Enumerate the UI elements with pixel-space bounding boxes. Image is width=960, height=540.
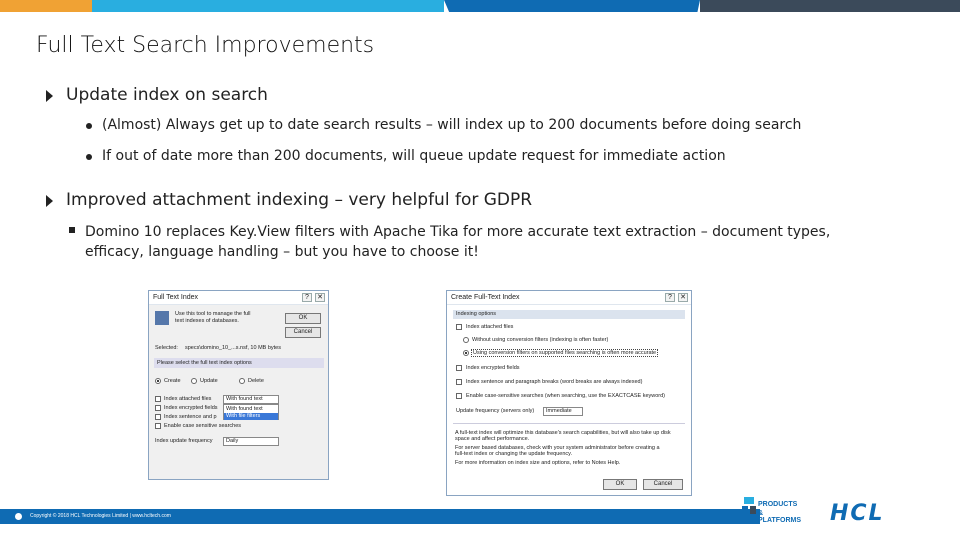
cancel-button[interactable]: Cancel <box>285 327 321 338</box>
index-encrypted-checkbox[interactable] <box>456 365 462 371</box>
frequency-label: Update frequency (servers only) <box>456 408 535 414</box>
attach-filter-dropdown: With found text With file filters <box>223 404 279 420</box>
index-sentence-checkbox[interactable] <box>456 379 462 385</box>
dialog-body: Use this tool to manage the full text in… <box>149 305 328 479</box>
ok-button[interactable]: OK <box>285 313 321 324</box>
products-platforms-logo: PRODUCTS & PLATFORMS <box>742 497 802 525</box>
frequency-select[interactable]: Immediate <box>543 407 583 416</box>
index-tool-icon <box>155 311 169 325</box>
intro-text: text indexes of databases. <box>175 318 239 324</box>
intro-text: Use this tool to manage the full <box>175 311 251 317</box>
slide-marker-icon <box>15 513 22 520</box>
top-bar-cyan <box>92 0 444 12</box>
dialog-title: Create Full-Text Index <box>451 294 520 301</box>
selected-label: Selected: <box>155 345 178 351</box>
top-bar-blue <box>444 0 700 12</box>
dialog-titlebar: Create Full-Text Index ? ✕ <box>447 291 691 305</box>
frequency-label: Index update frequency <box>155 438 213 444</box>
dot-bullet-icon <box>86 154 92 160</box>
cancel-button[interactable]: Cancel <box>643 479 683 490</box>
indexing-options-header: Indexing options <box>453 310 685 319</box>
products-platforms-icon <box>742 497 756 523</box>
note-text: space and affect performance. <box>455 436 530 442</box>
triangle-bullet-icon <box>46 90 53 102</box>
dialog-body: Indexing options Index attached files Wi… <box>447 305 691 495</box>
triangle-bullet-icon <box>46 195 53 207</box>
sub-bullet-tika: Domino 10 replaces Key.View filters with… <box>85 224 831 260</box>
slide-title: Full Text Search Improvements <box>36 33 375 58</box>
delete-radio[interactable] <box>239 378 245 384</box>
with-filters-radio[interactable] <box>463 350 469 356</box>
top-bar-dark <box>700 0 960 12</box>
create-full-text-index-dialog: Create Full-Text Index ? ✕ Indexing opti… <box>446 290 692 496</box>
dialog-titlebar: Full Text Index ? ✕ <box>149 291 328 305</box>
selected-value: specs\domino_10_...s.nsf, 10 MB bytes <box>185 345 281 351</box>
note-text: full-text index or changing the update f… <box>455 451 573 457</box>
update-radio[interactable] <box>191 378 197 384</box>
full-text-index-dialog: Full Text Index ? ✕ Use this tool to man… <box>148 290 329 480</box>
options-header: Please select the full text index option… <box>154 358 324 368</box>
close-icon[interactable]: ✕ <box>315 293 325 302</box>
attach-filter-select[interactable]: With found text <box>223 395 279 404</box>
dropdown-option[interactable]: With found text <box>226 406 263 412</box>
case-sensitive-checkbox[interactable] <box>155 423 161 429</box>
index-attached-checkbox[interactable] <box>155 396 161 402</box>
frequency-select[interactable]: Daily <box>223 437 279 446</box>
hcl-logo: HCL <box>830 501 885 526</box>
index-encrypted-checkbox[interactable] <box>155 405 161 411</box>
without-filters-radio[interactable] <box>463 337 469 343</box>
top-color-bar <box>0 0 960 12</box>
top-bar-orange <box>0 0 92 12</box>
create-radio[interactable] <box>155 378 161 384</box>
index-sentence-checkbox[interactable] <box>155 414 161 420</box>
copyright-text: Copyright © 2018 HCL Technologies Limite… <box>30 513 171 519</box>
case-sensitive-checkbox[interactable] <box>456 393 462 399</box>
close-icon[interactable]: ✕ <box>678 293 688 302</box>
dropdown-option-selected[interactable]: With file filters <box>224 413 278 420</box>
note-text: For more information on index size and o… <box>455 460 621 466</box>
help-icon[interactable]: ? <box>665 293 675 302</box>
dialog-title: Full Text Index <box>153 294 199 301</box>
notes-panel: A full-text index will optimize this dat… <box>453 423 685 475</box>
help-icon[interactable]: ? <box>302 293 312 302</box>
dot-bullet-icon <box>86 123 92 129</box>
footer-bar: Copyright © 2018 HCL Technologies Limite… <box>0 509 760 524</box>
ok-button[interactable]: OK <box>603 479 637 490</box>
index-attached-checkbox[interactable] <box>456 324 462 330</box>
square-bullet-icon <box>69 227 75 233</box>
